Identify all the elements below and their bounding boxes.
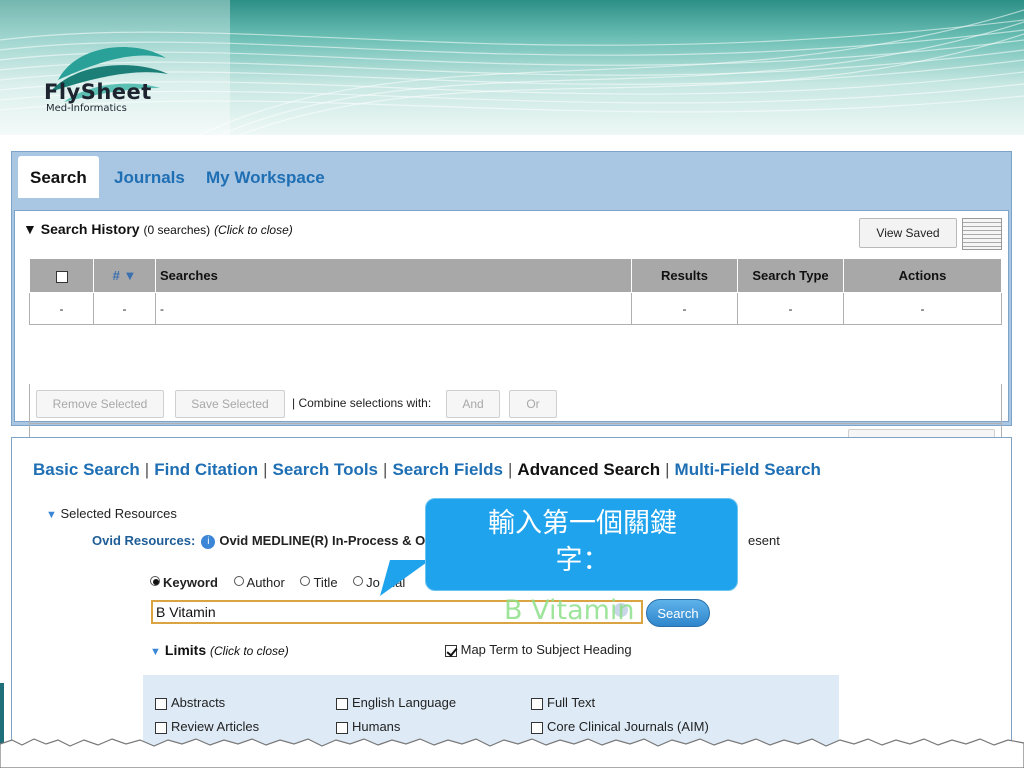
resource-name: Ovid MEDLINE(R) In-Process & Other [219, 533, 450, 548]
combine-and-button[interactable]: And [446, 390, 500, 418]
search-button[interactable]: Search [646, 599, 710, 627]
limit-abstracts[interactable]: Abstracts [155, 695, 225, 710]
search-mode-nav: Basic Search | Find Citation | Search Tools |… [33, 460, 821, 480]
logo-title: FlySheet [44, 80, 152, 104]
nav-separator: | [665, 460, 670, 479]
nav-separator: | [383, 460, 388, 479]
callout-line-1: 輸入第一個關鍵 [488, 508, 677, 539]
limits-toggle[interactable]: ▼ Limits (Click to close) [150, 642, 289, 658]
radio-title-label: Title [313, 575, 338, 590]
column-header-actions: Actions [843, 258, 1002, 293]
info-icon[interactable]: i [201, 534, 216, 549]
radio-keyword-button[interactable] [150, 575, 160, 586]
radio-title[interactable]: Title [300, 575, 338, 590]
combine-or-button[interactable]: Or [509, 390, 557, 418]
row-search: - [155, 292, 632, 325]
radio-journal-button[interactable] [353, 575, 364, 586]
header-banner: FlySheet Med-Informatics [0, 0, 1024, 135]
ovid-resources-line: Ovid Resources: i Ovid MEDLINE(R) In-Proce… [92, 533, 450, 549]
column-header-searches: Searches [155, 258, 632, 293]
column-header-results: Results [631, 258, 738, 293]
limit-checkbox[interactable] [531, 697, 543, 710]
callout-line-2: 字： [555, 545, 610, 576]
collapse-triangle-icon: ▼ [23, 221, 37, 237]
limits-label: Limits [164, 642, 207, 658]
view-saved-button[interactable]: View Saved [859, 218, 957, 248]
row-results: - [631, 292, 738, 325]
select-all-checkbox[interactable] [55, 270, 68, 283]
workspace-panel: Search Journals My Workspace ▼ Search Hi… [11, 151, 1012, 468]
radio-keyword-label: Keyword [163, 575, 218, 590]
logo-subtitle: Med-Informatics [46, 103, 127, 114]
row-number: - [93, 292, 156, 325]
radio-author-label: Author [246, 575, 285, 590]
limit-full-text[interactable]: Full Text [531, 695, 595, 710]
select-all-header[interactable] [29, 258, 94, 293]
torn-edge-decoration [0, 738, 1024, 768]
radio-author[interactable]: Author [233, 575, 285, 590]
radio-author-button[interactable] [233, 575, 244, 586]
nav-separator: | [508, 460, 513, 479]
limit-checkbox[interactable] [336, 697, 348, 710]
nav-find-citation[interactable]: Find Citation [154, 460, 258, 479]
table-header-row: # ▼ Searches Results Search Type Actions [29, 258, 1002, 293]
map-term-label: Map Term to Subject Heading [460, 642, 632, 657]
row-actions: - [843, 292, 1002, 325]
history-toggle-text[interactable]: (Click to close) [214, 223, 293, 237]
history-actions-row: Remove Selected Save Selected | Combine … [29, 384, 1002, 424]
radio-keyword[interactable]: Keyword [150, 575, 218, 590]
combine-label: | Combine selections with: [292, 396, 432, 410]
limits-toggle-text[interactable]: (Click to close) [210, 644, 289, 658]
search-history-table: # ▼ Searches Results Search Type Actions… [29, 258, 1002, 325]
ovid-resources-label: Ovid Resources: [92, 533, 196, 548]
radio-title-button[interactable] [300, 575, 311, 586]
tab-journals[interactable]: Journals [114, 156, 185, 198]
nav-search-tools[interactable]: Search Tools [273, 460, 379, 479]
table-row: - - - - - - [29, 292, 1002, 325]
collapse-triangle-icon: ▼ [46, 509, 57, 521]
nav-multi-field-search[interactable]: Multi-Field Search [675, 460, 821, 479]
search-history-title: Search History [40, 221, 140, 237]
sort-arrow-icon[interactable]: ▼ [123, 268, 136, 283]
resource-trailing-text: esent [748, 533, 780, 548]
limit-checkbox[interactable] [155, 697, 167, 710]
row-search-type: - [737, 292, 844, 325]
nav-basic-search[interactable]: Basic Search [33, 460, 140, 479]
search-count: (0 searches) [143, 223, 211, 237]
search-history-header[interactable]: ▼ Search History (0 searches) (Click to … [23, 221, 293, 237]
limit-english-language[interactable]: English Language [336, 695, 456, 710]
callout-overlay-keyword: B Vitamin [504, 595, 635, 626]
nav-search-fields[interactable]: Search Fields [392, 460, 503, 479]
collapse-triangle-icon: ▼ [150, 646, 161, 658]
remove-selected-button[interactable]: Remove Selected [36, 390, 164, 418]
nav-advanced-search[interactable]: Advanced Search [517, 460, 660, 479]
save-selected-button[interactable]: Save Selected [175, 390, 285, 418]
tab-my-workspace[interactable]: My Workspace [206, 156, 325, 198]
list-view-icon[interactable] [962, 218, 1002, 250]
annotation-callout: 輸入第一個關鍵 字： [425, 498, 738, 591]
tab-search[interactable]: Search [18, 156, 99, 198]
selected-resources-toggle[interactable]: ▼ Selected Resources [46, 506, 177, 521]
row-select: - [29, 292, 94, 325]
column-header-number[interactable]: # ▼ [93, 258, 156, 293]
selected-resources-label: Selected Resources [60, 506, 177, 521]
search-history-panel: ▼ Search History (0 searches) (Click to … [14, 210, 1009, 468]
map-term-checkbox[interactable] [445, 644, 457, 657]
map-term-option[interactable]: Map Term to Subject Heading [445, 642, 632, 657]
callout-text: 輸入第一個關鍵 字： [426, 505, 739, 579]
nav-separator: | [144, 460, 150, 479]
nav-separator: | [263, 460, 268, 479]
column-header-search-type: Search Type [737, 258, 844, 293]
